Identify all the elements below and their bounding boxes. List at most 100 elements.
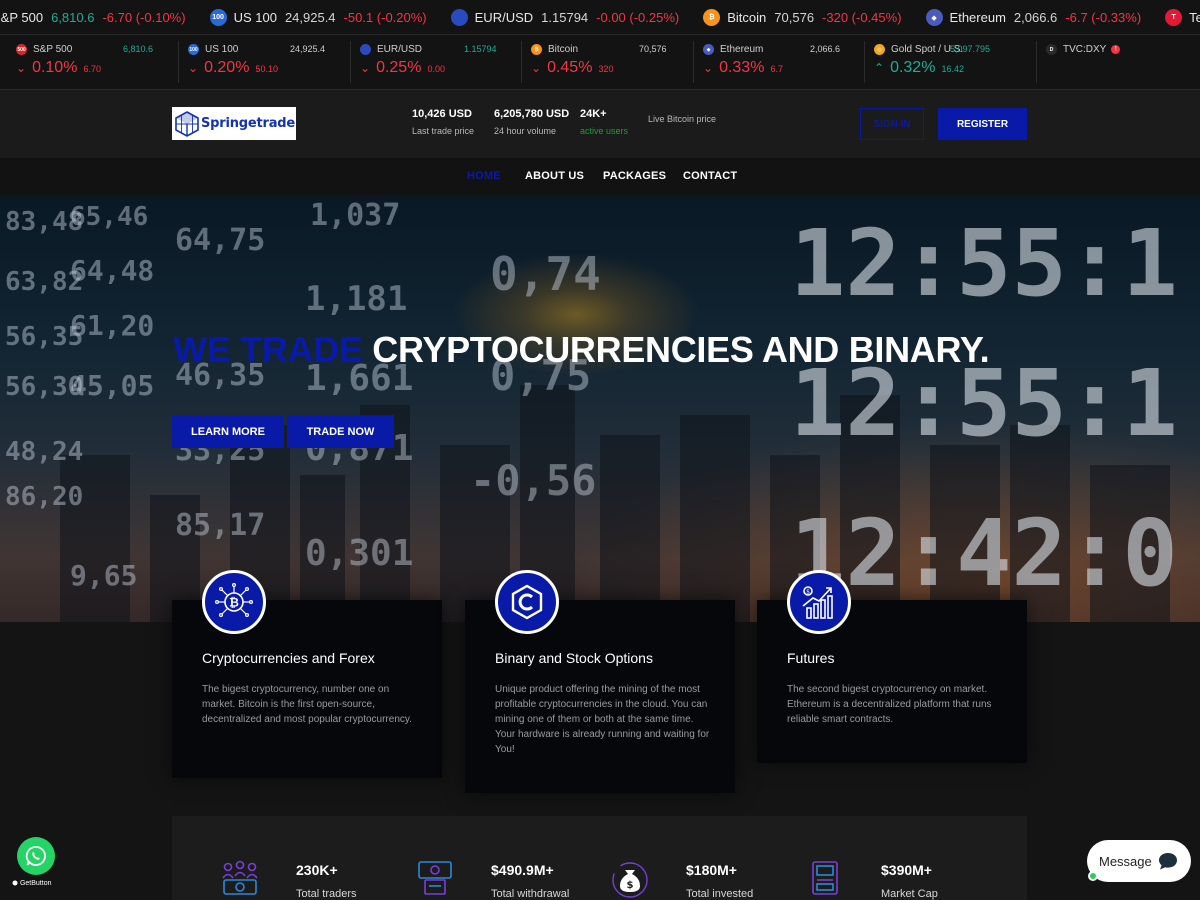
overview-item[interactable]: ◎ Gold Spot / U.S. 5,097.795 ⌃ 0.32% 16.42 — [874, 35, 1034, 90]
ticker-item[interactable]: EUR/USD 1.15794 -0.00 (-0.25%) — [450, 9, 680, 26]
overview-change: ⌄ 0.10% 6.70 — [16, 59, 101, 77]
overview-divider — [350, 41, 351, 83]
trade-now-button[interactable]: TRADE NOW — [287, 415, 394, 448]
nav-about-us[interactable]: ABOUT US — [525, 170, 584, 182]
stat-value: $180M+ — [686, 862, 737, 878]
service-text: The bigest cryptocurrency, number one on… — [202, 684, 412, 725]
whatsapp-button[interactable] — [17, 837, 55, 875]
hero-banner: 83,48 65,46 1,037 64,75 0,74 63,82 64,48 61,20 5… — [0, 195, 1200, 622]
eurusd-icon — [360, 44, 371, 55]
overview-divider — [1036, 41, 1037, 83]
board-number: 64,48 — [70, 254, 154, 287]
board-number: 1,181 — [305, 279, 407, 319]
service-title: Binary and Stock Options — [495, 650, 653, 666]
stat-value: 24K+ — [580, 108, 607, 120]
stat-label: Market Cap — [881, 888, 938, 900]
overview-head: ◆ Ethereum — [703, 44, 763, 55]
service-card-crypto-forex: Cryptocurrencies and Forex The bigest cr… — [172, 600, 442, 778]
nav-home[interactable]: HOME — [467, 170, 501, 182]
market-overview-strip: TV 500S&P 5006,810.6⌄0.10%6.70100US 1002… — [0, 35, 1200, 115]
register-button[interactable]: REGISTER — [938, 108, 1027, 140]
arrow-up-icon: ⌃ — [874, 61, 885, 75]
overview-change: ⌃ 0.32% 16.42 — [874, 59, 964, 77]
board-number: 56,35 — [5, 322, 83, 352]
arrow-down-icon: ⌄ — [188, 61, 199, 75]
service-title: Futures — [787, 650, 835, 666]
stat-value: $390M+ — [881, 862, 932, 878]
overview-symbol: S&P 500 — [33, 44, 73, 55]
bitcoin-circuit-icon: ₿ — [202, 570, 266, 634]
stat-label: active users — [580, 126, 629, 136]
traders-icon — [222, 860, 258, 895]
ticker-tape: S&P 500 6,810.6 -6.70 (-0.10%) 100 US 100 24,… — [0, 0, 1200, 35]
ticker-symbol: Ethereum — [949, 10, 1006, 25]
sp500-icon: 500 — [16, 44, 27, 55]
stat-label: Live Bitcoin price — [648, 114, 717, 124]
ticker-item[interactable]: ◆ Ethereum 2,066.6 -6.7 (-0.33%) — [925, 9, 1141, 26]
ticker-symbol: Bitcoin — [727, 10, 767, 25]
overview-item[interactable]: ₿ Bitcoin 70,576 ⌄ 0.45% 320 — [531, 35, 691, 90]
arrow-down-icon: ⌄ — [360, 61, 371, 75]
overview-symbol: TVC:DXY — [1063, 44, 1107, 55]
overview-change-abs: 6.70 — [83, 64, 101, 74]
service-card-binary-stock: Binary and Stock Options Unique product … — [465, 600, 735, 793]
board-number: 85,17 — [175, 508, 265, 543]
arrow-down-icon: ⌄ — [16, 61, 27, 75]
service-text: The second bigest cryptocurrency on mark… — [787, 684, 992, 725]
ticker-change: -320 (-0.45%) — [822, 10, 902, 25]
site-logo[interactable]: Springetrade — [172, 107, 296, 140]
getbutton-label: GetButton — [19, 880, 52, 887]
overview-change: ⌄ 0.25% 0.00 — [360, 59, 445, 77]
arrow-down-icon: ⌄ — [531, 61, 542, 75]
stat-live-bitcoin: Live Bitcoin price — [648, 108, 716, 124]
stat-value: $490.9M+ — [491, 862, 554, 878]
stat-label: 24 hour volume — [494, 126, 557, 136]
overview-change-percent: 0.33% — [719, 59, 765, 76]
svg-text:₿: ₿ — [229, 596, 239, 610]
stock-board-background: 83,4865,46 1,03764,750,7463,8264,4861,205… — [0, 195, 1200, 622]
overview-item[interactable]: D TVC:DXY! — [1046, 35, 1200, 90]
overview-item[interactable]: 500 S&P 500 6,810.6 ⌄ 0.10% 6.70 — [16, 35, 176, 90]
board-number: 56,30 — [5, 372, 83, 402]
ticker-item[interactable]: 100 US 100 24,925.4 -50.1 (-0.20%) — [209, 9, 427, 26]
ticker-last-price: 24,925.4 — [284, 10, 336, 25]
atm-icon — [812, 861, 838, 895]
getbutton-credit[interactable]: GetButton — [12, 880, 51, 887]
service-title: Cryptocurrencies and Forex — [202, 650, 375, 666]
overview-change-abs: 6.7 — [770, 64, 783, 74]
ethereum-icon: ◆ — [925, 9, 943, 26]
us100-icon: 100 — [209, 9, 227, 26]
ticker-symbol: Tesl — [1189, 10, 1200, 25]
learn-more-button[interactable]: LEARN MORE — [172, 415, 284, 448]
sign-in-button[interactable]: SIGN IN — [860, 108, 924, 140]
overview-item[interactable]: ◆ Ethereum 2,066.6 ⌄ 0.33% 6.7 — [703, 35, 863, 90]
overview-change-abs: 320 — [598, 64, 614, 74]
overview-change-abs: 50.10 — [255, 64, 278, 74]
ticker-item[interactable]: S&P 500 6,810.6 -6.70 (-0.10%) — [0, 10, 186, 25]
message-chat-widget[interactable]: Message — [1087, 840, 1191, 882]
overview-item[interactable]: EUR/USD 1.15794 ⌄ 0.25% 0.00 — [360, 35, 520, 90]
stat-value: 10,426 USD — [412, 108, 472, 120]
chat-bubble-icon — [1159, 853, 1177, 870]
ticker-item[interactable]: ₿ Bitcoin 70,576 -320 (-0.45%) — [703, 9, 902, 26]
ticker-last-price: 6,810.6 — [51, 10, 95, 25]
tesla-icon: T — [1165, 9, 1183, 26]
overview-head: 500 S&P 500 — [16, 44, 72, 55]
site-header: Springetrade 10,426 USD Last trade price… — [0, 90, 1200, 158]
board-number: -0,56 — [470, 456, 596, 505]
overview-change-abs: 0.00 — [427, 64, 445, 74]
whatsapp-icon — [25, 846, 46, 866]
stat-value: 6,205,780 USD — [494, 108, 570, 120]
us100-icon: 100 — [188, 44, 199, 55]
ticker-item[interactable]: T Tesl — [1165, 9, 1200, 26]
overview-item[interactable]: 100 US 100 24,925.4 ⌄ 0.20% 50.10 — [188, 35, 348, 90]
nav-contact[interactable]: CONTACT — [683, 170, 737, 182]
hero-title-rest: CRYPTOCURRENCIES AND BINARY. — [372, 329, 990, 370]
ticker-change: -6.70 (-0.10%) — [102, 10, 186, 25]
stat-last-trade: 10,426 USD Last trade price — [412, 108, 474, 136]
ticker-change: -0.00 (-0.25%) — [596, 10, 680, 25]
stats-panel: 230K+ Total traders $490.9M+ Total withd… — [172, 816, 1027, 900]
nav-packages[interactable]: PACKAGES — [603, 170, 666, 182]
message-label: Message — [1099, 853, 1152, 869]
overview-last-price: 1.15794 — [464, 44, 497, 54]
